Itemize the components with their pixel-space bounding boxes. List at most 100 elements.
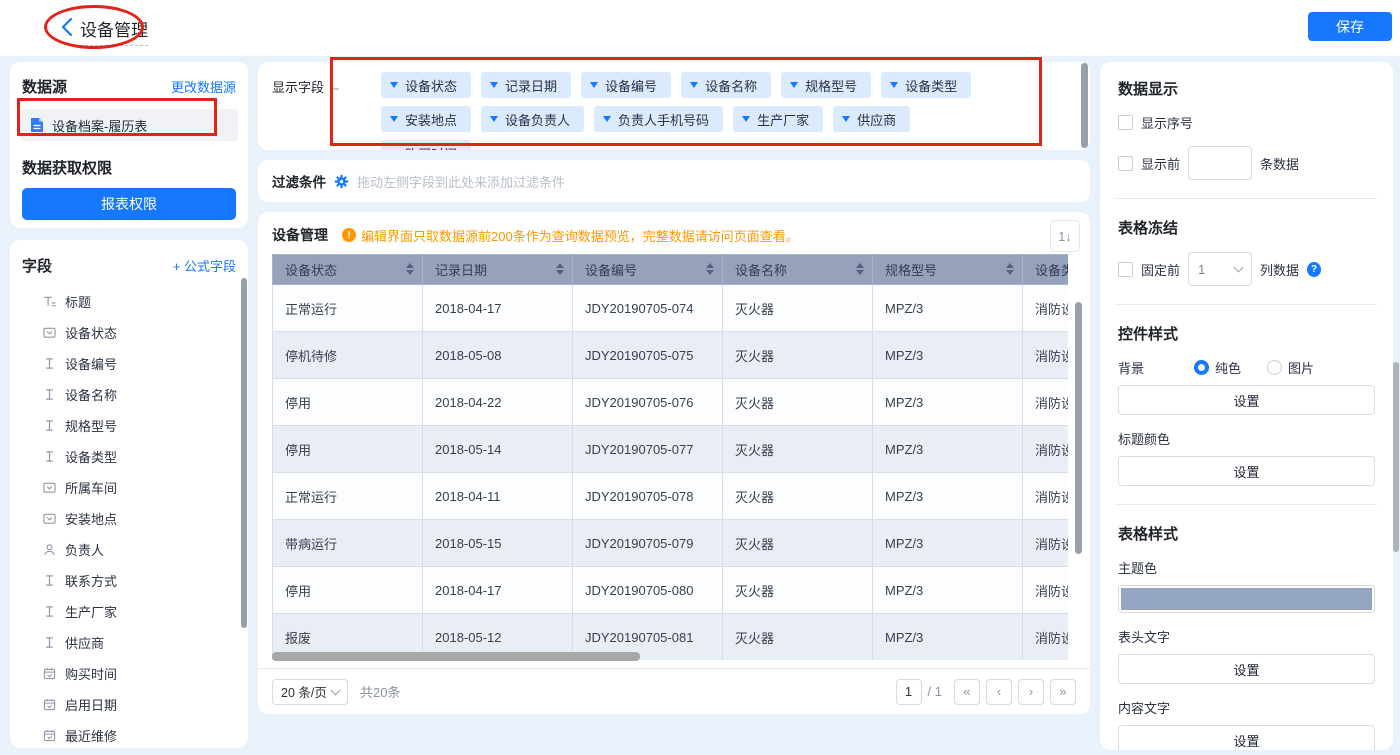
field-item[interactable]: 最近维修 bbox=[10, 720, 248, 748]
filter-label: 过滤条件 bbox=[272, 171, 326, 191]
display-field-chip[interactable]: 供应商 bbox=[833, 106, 910, 132]
first-page-button[interactable]: « bbox=[954, 679, 980, 705]
sort-icon[interactable] bbox=[856, 263, 864, 275]
field-item[interactable]: 所属车间 bbox=[10, 472, 248, 503]
content-text-set-button[interactable]: 设置 bbox=[1118, 725, 1375, 750]
page-scrollbar[interactable] bbox=[1393, 362, 1399, 552]
display-field-chip[interactable]: 规格型号 bbox=[781, 72, 871, 98]
change-datasource-link[interactable]: 更改数据源 bbox=[171, 77, 236, 96]
report-permission-button[interactable]: 报表权限 bbox=[22, 188, 236, 220]
field-item[interactable]: 设备状态 bbox=[10, 317, 248, 348]
theme-color-swatch[interactable] bbox=[1118, 585, 1375, 613]
chevron-down-icon bbox=[390, 82, 398, 88]
bg-set-button[interactable]: 设置 bbox=[1118, 385, 1375, 415]
column-header[interactable]: 设备类型 bbox=[1023, 255, 1069, 285]
add-formula-field-link[interactable]: + 公式字段 bbox=[173, 256, 236, 275]
field-item[interactable]: 购买时间 bbox=[10, 658, 248, 689]
display-field-chip[interactable]: 记录日期 bbox=[481, 72, 571, 98]
show-index-checkbox[interactable] bbox=[1118, 115, 1133, 130]
bg-solid-radio[interactable] bbox=[1194, 360, 1209, 375]
dash-icon bbox=[330, 88, 339, 90]
prev-page-button[interactable]: ‹ bbox=[986, 679, 1012, 705]
display-field-chip[interactable]: 生产厂家 bbox=[733, 106, 823, 132]
last-page-button[interactable]: » bbox=[1050, 679, 1076, 705]
table-cell: 2018-04-11 bbox=[423, 473, 573, 520]
field-item[interactable]: 设备类型 bbox=[10, 441, 248, 472]
datasource-selected-item[interactable]: 设备档案-履历表 bbox=[20, 109, 238, 141]
column-header[interactable]: 设备状态 bbox=[273, 255, 423, 285]
table-cell: 2018-04-17 bbox=[423, 567, 573, 614]
field-item[interactable]: 设备名称 bbox=[10, 379, 248, 410]
chip-label: 规格型号 bbox=[805, 76, 857, 95]
field-item-label: 供应商 bbox=[65, 633, 104, 652]
title-color-set-button[interactable]: 设置 bbox=[1118, 456, 1375, 486]
column-header[interactable]: 设备编号 bbox=[573, 255, 723, 285]
column-header[interactable]: 规格型号 bbox=[873, 255, 1023, 285]
sort-icon[interactable] bbox=[406, 263, 414, 275]
fields-scrollbar[interactable] bbox=[241, 278, 247, 628]
page-size-value: 20 条/页 bbox=[281, 682, 327, 701]
field-item-label: 负责人 bbox=[65, 540, 104, 559]
chip-label: 安装地点 bbox=[405, 110, 457, 129]
datasource-panel: 数据源 更改数据源 设备档案-履历表 数据获取权限 报表权限 bbox=[10, 62, 248, 228]
person-field-icon bbox=[42, 543, 56, 557]
filter-panel[interactable]: 过滤条件 拖动左侧字段到此处来添加过滤条件 bbox=[258, 160, 1090, 202]
show-first-checkbox[interactable] bbox=[1118, 156, 1133, 171]
field-item[interactable]: 安装地点 bbox=[10, 503, 248, 534]
preview-title: 设备管理 bbox=[272, 225, 328, 245]
field-item[interactable]: 启用日期 bbox=[10, 689, 248, 720]
display-field-chip[interactable]: 设备类型 bbox=[881, 72, 971, 98]
page-number-input[interactable] bbox=[896, 679, 922, 705]
divider bbox=[1116, 304, 1377, 305]
table-horizontal-scrollbar[interactable] bbox=[272, 652, 640, 661]
field-item[interactable]: 负责人 bbox=[10, 534, 248, 565]
column-header[interactable]: 记录日期 bbox=[423, 255, 573, 285]
sort-icon[interactable] bbox=[556, 263, 564, 275]
chip-label: 记录日期 bbox=[505, 76, 557, 95]
display-field-chip[interactable]: 设备状态 bbox=[381, 72, 471, 98]
back-icon[interactable] bbox=[60, 17, 76, 39]
gear-icon[interactable] bbox=[334, 174, 349, 189]
display-field-chip[interactable]: 设备名称 bbox=[681, 72, 771, 98]
sort-icon[interactable] bbox=[1006, 263, 1014, 275]
sort-order-icon[interactable]: 1↓ bbox=[1050, 220, 1080, 252]
freeze-suffix: 列数据 bbox=[1260, 260, 1299, 279]
title-color-label: 标题颜色 bbox=[1118, 429, 1375, 448]
save-button[interactable]: 保存 bbox=[1308, 12, 1392, 41]
display-field-chip[interactable]: 设备负责人 bbox=[481, 106, 584, 132]
display-fields-scrollbar[interactable] bbox=[1081, 63, 1088, 148]
field-item[interactable]: 标题 bbox=[10, 286, 248, 317]
bg-image-radio[interactable] bbox=[1267, 360, 1282, 375]
sort-up-icon bbox=[856, 263, 864, 268]
field-item[interactable]: 规格型号 bbox=[10, 410, 248, 441]
column-header[interactable]: 设备名称 bbox=[723, 255, 873, 285]
table-vertical-scrollbar[interactable] bbox=[1075, 302, 1082, 554]
next-page-button[interactable]: › bbox=[1018, 679, 1044, 705]
sort-icon[interactable] bbox=[706, 263, 714, 275]
field-item[interactable]: 联系方式 bbox=[10, 565, 248, 596]
help-icon[interactable]: ? bbox=[1307, 262, 1321, 277]
chevron-down-icon bbox=[790, 82, 798, 88]
page-size-select[interactable]: 20 条/页 bbox=[272, 679, 348, 705]
table-cell: 2018-04-22 bbox=[423, 379, 573, 426]
display-field-chip[interactable]: 设备编号 bbox=[581, 72, 671, 98]
field-item-label: 设备类型 bbox=[65, 447, 117, 466]
field-item-label: 最近维修 bbox=[65, 726, 117, 745]
field-item[interactable]: 设备编号 bbox=[10, 348, 248, 379]
chevron-down-icon bbox=[331, 685, 341, 695]
chevron-down-icon bbox=[390, 116, 398, 122]
display-field-chip[interactable]: 负责人手机号码 bbox=[594, 106, 723, 132]
field-item[interactable]: 生产厂家 bbox=[10, 596, 248, 627]
page-title: 设备管理 bbox=[80, 16, 148, 46]
display-field-chip[interactable]: 安装地点 bbox=[381, 106, 471, 132]
field-item[interactable]: 供应商 bbox=[10, 627, 248, 658]
freeze-count-select[interactable]: 1 bbox=[1188, 252, 1252, 286]
display-field-chip[interactable]: 购买时间 bbox=[381, 140, 471, 150]
column-header-label: 设备状态 bbox=[285, 263, 337, 278]
show-first-input[interactable] bbox=[1188, 146, 1252, 180]
freeze-checkbox[interactable] bbox=[1118, 262, 1133, 277]
field-item-label: 所属车间 bbox=[65, 478, 117, 497]
top-bar: 设备管理 保存 bbox=[0, 0, 1400, 56]
header-text-set-button[interactable]: 设置 bbox=[1118, 654, 1375, 684]
table-cell: 2018-05-14 bbox=[423, 426, 573, 473]
